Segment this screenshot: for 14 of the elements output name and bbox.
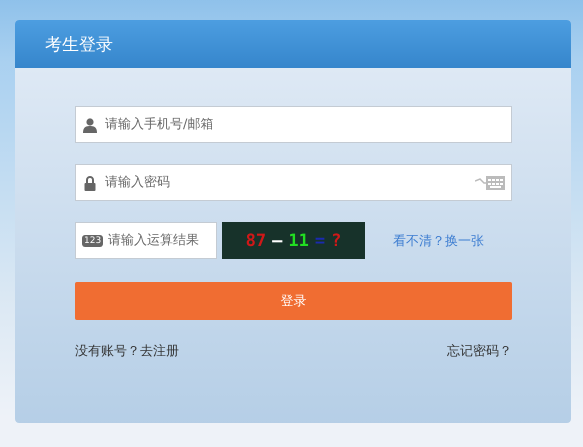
answer-field[interactable]: 123 请输入运算结果 [75, 222, 217, 259]
person-icon [82, 116, 98, 132]
answer-input[interactable]: 请输入运算结果 [108, 233, 210, 248]
captcha-image[interactable]: 87 — 11 = ? [222, 222, 365, 259]
password-field[interactable]: 请输入密码 [75, 164, 512, 201]
lock-icon [82, 174, 98, 190]
panel-title: 考生登录 [45, 34, 113, 56]
account-field[interactable]: 请输入手机号/邮箱 [75, 106, 512, 143]
password-input[interactable]: 请输入密码 [105, 175, 475, 190]
number-icon: 123 [82, 234, 104, 246]
forgot-password-link[interactable]: 忘记密码？ [447, 342, 512, 360]
account-input[interactable]: 请输入手机号/邮箱 [105, 117, 505, 132]
keyboard-icon[interactable] [475, 174, 505, 190]
register-link[interactable]: 没有账号？去注册 [75, 342, 179, 360]
